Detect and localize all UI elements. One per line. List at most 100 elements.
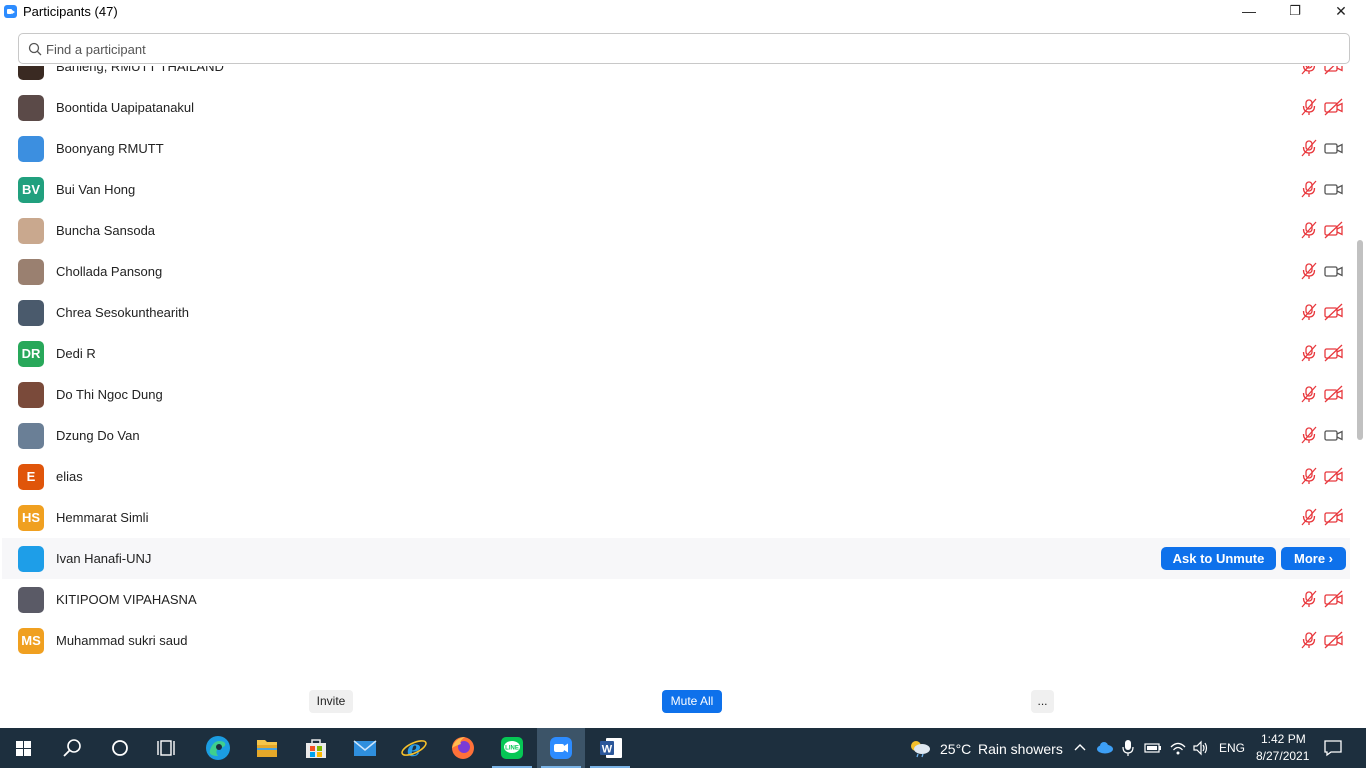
video-off-icon[interactable] bbox=[1324, 66, 1344, 75]
video-camera-icon[interactable] bbox=[1324, 180, 1344, 198]
microphone-muted-icon[interactable] bbox=[1300, 385, 1318, 403]
mail-button[interactable] bbox=[341, 728, 389, 768]
internet-explorer-button[interactable]: e bbox=[390, 728, 438, 768]
mute-all-button[interactable]: Mute All bbox=[662, 690, 722, 713]
video-camera-icon[interactable] bbox=[1324, 139, 1344, 157]
avatar: HS bbox=[18, 505, 44, 531]
task-view-button[interactable] bbox=[144, 728, 192, 768]
more-button[interactable]: More › bbox=[1281, 547, 1346, 570]
search-input[interactable] bbox=[46, 40, 1336, 58]
firefox-button[interactable] bbox=[439, 728, 487, 768]
participant-row[interactable]: BV Bui Van Hong bbox=[2, 169, 1350, 210]
onedrive-cloud-icon[interactable] bbox=[1096, 740, 1114, 756]
participant-name: Ivan Hanafi-UNJ bbox=[56, 551, 152, 566]
line-app-button[interactable]: LINE bbox=[488, 728, 536, 768]
video-off-icon[interactable] bbox=[1324, 221, 1344, 239]
avatar: BV bbox=[18, 177, 44, 203]
microsoft-store-button[interactable] bbox=[292, 728, 340, 768]
clock-date[interactable]: 8/27/2021 bbox=[1256, 749, 1309, 763]
participant-row[interactable]: Dzung Do Van bbox=[2, 415, 1350, 456]
microphone-muted-icon[interactable] bbox=[1300, 631, 1318, 649]
participant-row[interactable]: HS Hemmarat Simli bbox=[2, 497, 1350, 538]
weather-description[interactable]: Rain showers bbox=[978, 741, 1063, 757]
clock-time[interactable]: 1:42 PM bbox=[1261, 732, 1306, 746]
notification-center-icon[interactable] bbox=[1324, 739, 1342, 757]
volume-speaker-icon[interactable] bbox=[1192, 740, 1210, 756]
participant-name: KITIPOOM VIPAHASNA bbox=[56, 592, 197, 607]
svg-text:W: W bbox=[602, 744, 613, 756]
close-button[interactable]: ✕ bbox=[1318, 0, 1364, 24]
microphone-muted-icon[interactable] bbox=[1300, 426, 1318, 444]
zoom-taskbar-button[interactable] bbox=[537, 728, 585, 768]
video-off-icon[interactable] bbox=[1324, 467, 1344, 485]
participant-row[interactable]: Eelias bbox=[2, 456, 1350, 497]
scrollbar[interactable] bbox=[1356, 66, 1366, 676]
scrollbar-thumb[interactable] bbox=[1357, 240, 1363, 440]
windows-taskbar: e LINE W 25°C Rain showers ENG 1:42 PM 8… bbox=[0, 728, 1366, 768]
participant-row[interactable]: Boonyang RMUTT bbox=[2, 128, 1350, 169]
edge-browser-button[interactable] bbox=[194, 728, 242, 768]
weather-rain-cloud-icon[interactable] bbox=[908, 738, 932, 758]
word-button[interactable]: W bbox=[586, 728, 634, 768]
title-bar: Participants (47) — ❐ ✕ bbox=[0, 0, 1366, 24]
participant-row[interactable]: Banleng, RMUTT THAILAND bbox=[2, 66, 1350, 87]
video-off-icon[interactable] bbox=[1324, 590, 1344, 608]
microphone-muted-icon[interactable] bbox=[1300, 262, 1318, 280]
microphone-muted-icon[interactable] bbox=[1300, 467, 1318, 485]
video-camera-icon[interactable] bbox=[1324, 426, 1344, 444]
video-off-icon[interactable] bbox=[1324, 385, 1344, 403]
participant-row[interactable]: MS Muhammad sukri saud bbox=[2, 620, 1350, 661]
participant-search-box[interactable] bbox=[18, 33, 1350, 64]
video-off-icon[interactable] bbox=[1324, 98, 1344, 116]
microphone-muted-icon[interactable] bbox=[1300, 139, 1318, 157]
microphone-muted-icon[interactable] bbox=[1300, 221, 1318, 239]
video-off-icon[interactable] bbox=[1324, 508, 1344, 526]
microphone-muted-icon[interactable] bbox=[1300, 66, 1318, 75]
participant-list[interactable]: Banleng, RMUTT THAILAND Boontida Uapipata… bbox=[0, 66, 1356, 676]
microphone-icon[interactable] bbox=[1121, 739, 1135, 757]
avatar bbox=[18, 423, 44, 449]
more-options-button[interactable]: ... bbox=[1031, 690, 1054, 713]
avatar bbox=[18, 136, 44, 162]
chevron-up-icon[interactable] bbox=[1072, 740, 1088, 756]
participant-name: Hemmarat Simli bbox=[56, 510, 149, 525]
avatar bbox=[18, 300, 44, 326]
participant-row[interactable]: DR Dedi R bbox=[2, 333, 1350, 374]
svg-text:e: e bbox=[407, 736, 421, 762]
restore-button[interactable]: ❐ bbox=[1272, 0, 1318, 24]
video-off-icon[interactable] bbox=[1324, 631, 1344, 649]
participant-row[interactable]: Chrea Sesokunthearith bbox=[2, 292, 1350, 333]
participant-row[interactable]: Buncha Sansoda bbox=[2, 210, 1350, 251]
store-bag-icon bbox=[306, 739, 326, 758]
participant-name: Dedi R bbox=[56, 346, 96, 361]
video-off-icon[interactable] bbox=[1324, 344, 1344, 362]
participant-row[interactable]: Do Thi Ngoc Dung bbox=[2, 374, 1350, 415]
input-language[interactable]: ENG bbox=[1219, 741, 1245, 755]
svg-text:LINE: LINE bbox=[505, 746, 519, 752]
invite-button[interactable]: Invite bbox=[309, 690, 353, 713]
start-button[interactable] bbox=[0, 728, 48, 768]
wifi-icon[interactable] bbox=[1169, 739, 1187, 757]
minimize-button[interactable]: — bbox=[1226, 0, 1272, 24]
participant-row[interactable]: Chollada Pansong bbox=[2, 251, 1350, 292]
file-explorer-button[interactable] bbox=[243, 728, 291, 768]
participant-row[interactable]: KITIPOOM VIPAHASNA bbox=[2, 579, 1350, 620]
microphone-muted-icon[interactable] bbox=[1300, 98, 1318, 116]
microphone-muted-icon[interactable] bbox=[1300, 180, 1318, 198]
line-chat-icon: LINE bbox=[501, 737, 523, 759]
microphone-muted-icon[interactable] bbox=[1300, 344, 1318, 362]
weather-temperature[interactable]: 25°C bbox=[940, 741, 971, 757]
cortana-button[interactable] bbox=[96, 728, 144, 768]
zoom-app-icon bbox=[4, 5, 17, 18]
microphone-muted-icon[interactable] bbox=[1300, 508, 1318, 526]
battery-plug-icon[interactable] bbox=[1144, 740, 1162, 756]
microphone-muted-icon[interactable] bbox=[1300, 590, 1318, 608]
search-taskbar-button[interactable] bbox=[48, 728, 96, 768]
participant-row[interactable]: Ivan Hanafi-UNJ Ask to Unmute More › bbox=[2, 538, 1350, 579]
video-camera-icon[interactable] bbox=[1324, 262, 1344, 280]
video-off-icon[interactable] bbox=[1324, 303, 1344, 321]
microphone-muted-icon[interactable] bbox=[1300, 303, 1318, 321]
participant-row[interactable]: Boontida Uapipatanakul bbox=[2, 87, 1350, 128]
participant-name: Buncha Sansoda bbox=[56, 223, 156, 238]
ask-to-unmute-button[interactable]: Ask to Unmute bbox=[1161, 547, 1276, 570]
